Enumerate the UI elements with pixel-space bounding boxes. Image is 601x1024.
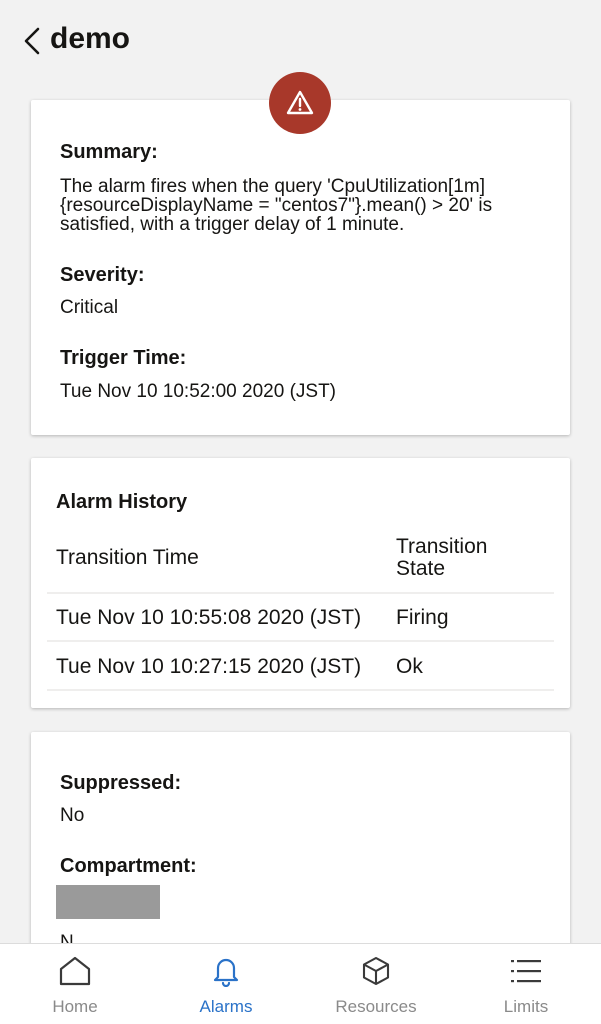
page-title: demo xyxy=(50,22,131,55)
list-icon xyxy=(508,954,544,988)
warning-icon xyxy=(286,90,314,115)
column-header-line: Transition xyxy=(396,535,488,558)
nav-label: Alarms xyxy=(199,997,253,1016)
row-divider xyxy=(47,592,554,594)
nav-label: Home xyxy=(52,997,98,1016)
cube-icon xyxy=(358,954,394,988)
nav-label: Limits xyxy=(503,997,549,1016)
compartment-label: Compartment: xyxy=(60,855,197,877)
nav-item-alarms[interactable]: Alarms xyxy=(151,944,301,1024)
nav-item-home[interactable]: Home xyxy=(0,944,150,1024)
suppressed-label: Suppressed: xyxy=(60,772,182,794)
suppressed-value: No xyxy=(60,805,85,826)
column-header-transition-time: Transition Time xyxy=(56,546,199,569)
row-divider xyxy=(47,640,554,642)
home-icon xyxy=(57,954,93,988)
summary-card: Summary: The alarm fires when the query … xyxy=(31,100,570,435)
history-row-time: Tue Nov 10 10:55:08 2020 (JST) xyxy=(56,606,362,629)
redacted-compartment-value xyxy=(56,885,160,919)
nav-item-limits[interactable]: Limits xyxy=(451,944,601,1024)
history-title: Alarm History xyxy=(56,491,188,513)
trigger-time-value: Tue Nov 10 10:52:00 2020 (JST) xyxy=(60,381,337,402)
chevron-left-icon xyxy=(24,27,40,55)
history-row-state: Firing xyxy=(396,606,449,629)
nav-item-resources[interactable]: Resources xyxy=(301,944,451,1024)
back-button[interactable] xyxy=(20,26,44,56)
alert-badge xyxy=(269,72,331,134)
summary-label: Summary: xyxy=(60,141,158,163)
header: demo xyxy=(0,18,601,62)
alarm-detail-page: demo Summary: The alarm fires when the q… xyxy=(0,0,601,1024)
summary-line: satisfied, with a trigger delay of 1 min… xyxy=(60,214,405,235)
summary-line: {resourceDisplayName = "centos7"}.mean()… xyxy=(60,195,493,216)
column-header-transition-state: Transition State xyxy=(396,536,516,580)
bell-icon xyxy=(208,954,244,988)
bottom-navigation: Home Alarms Resources Limits xyxy=(0,943,601,1024)
trigger-time-label: Trigger Time: xyxy=(60,347,187,369)
severity-label: Severity: xyxy=(60,264,145,286)
summary-line: The alarm fires when the query 'CpuUtili… xyxy=(60,176,485,197)
summary-text: The alarm fires when the query 'CpuUtili… xyxy=(60,177,540,234)
nav-label: Resources xyxy=(335,997,417,1016)
history-row-time: Tue Nov 10 10:27:15 2020 (JST) xyxy=(56,655,362,678)
row-divider xyxy=(47,689,554,691)
alarm-history-card: Alarm History Transition Time Transition… xyxy=(31,458,570,708)
column-header-line: State xyxy=(396,557,446,580)
history-row-state: Ok xyxy=(396,655,423,678)
severity-value: Critical xyxy=(60,297,119,318)
